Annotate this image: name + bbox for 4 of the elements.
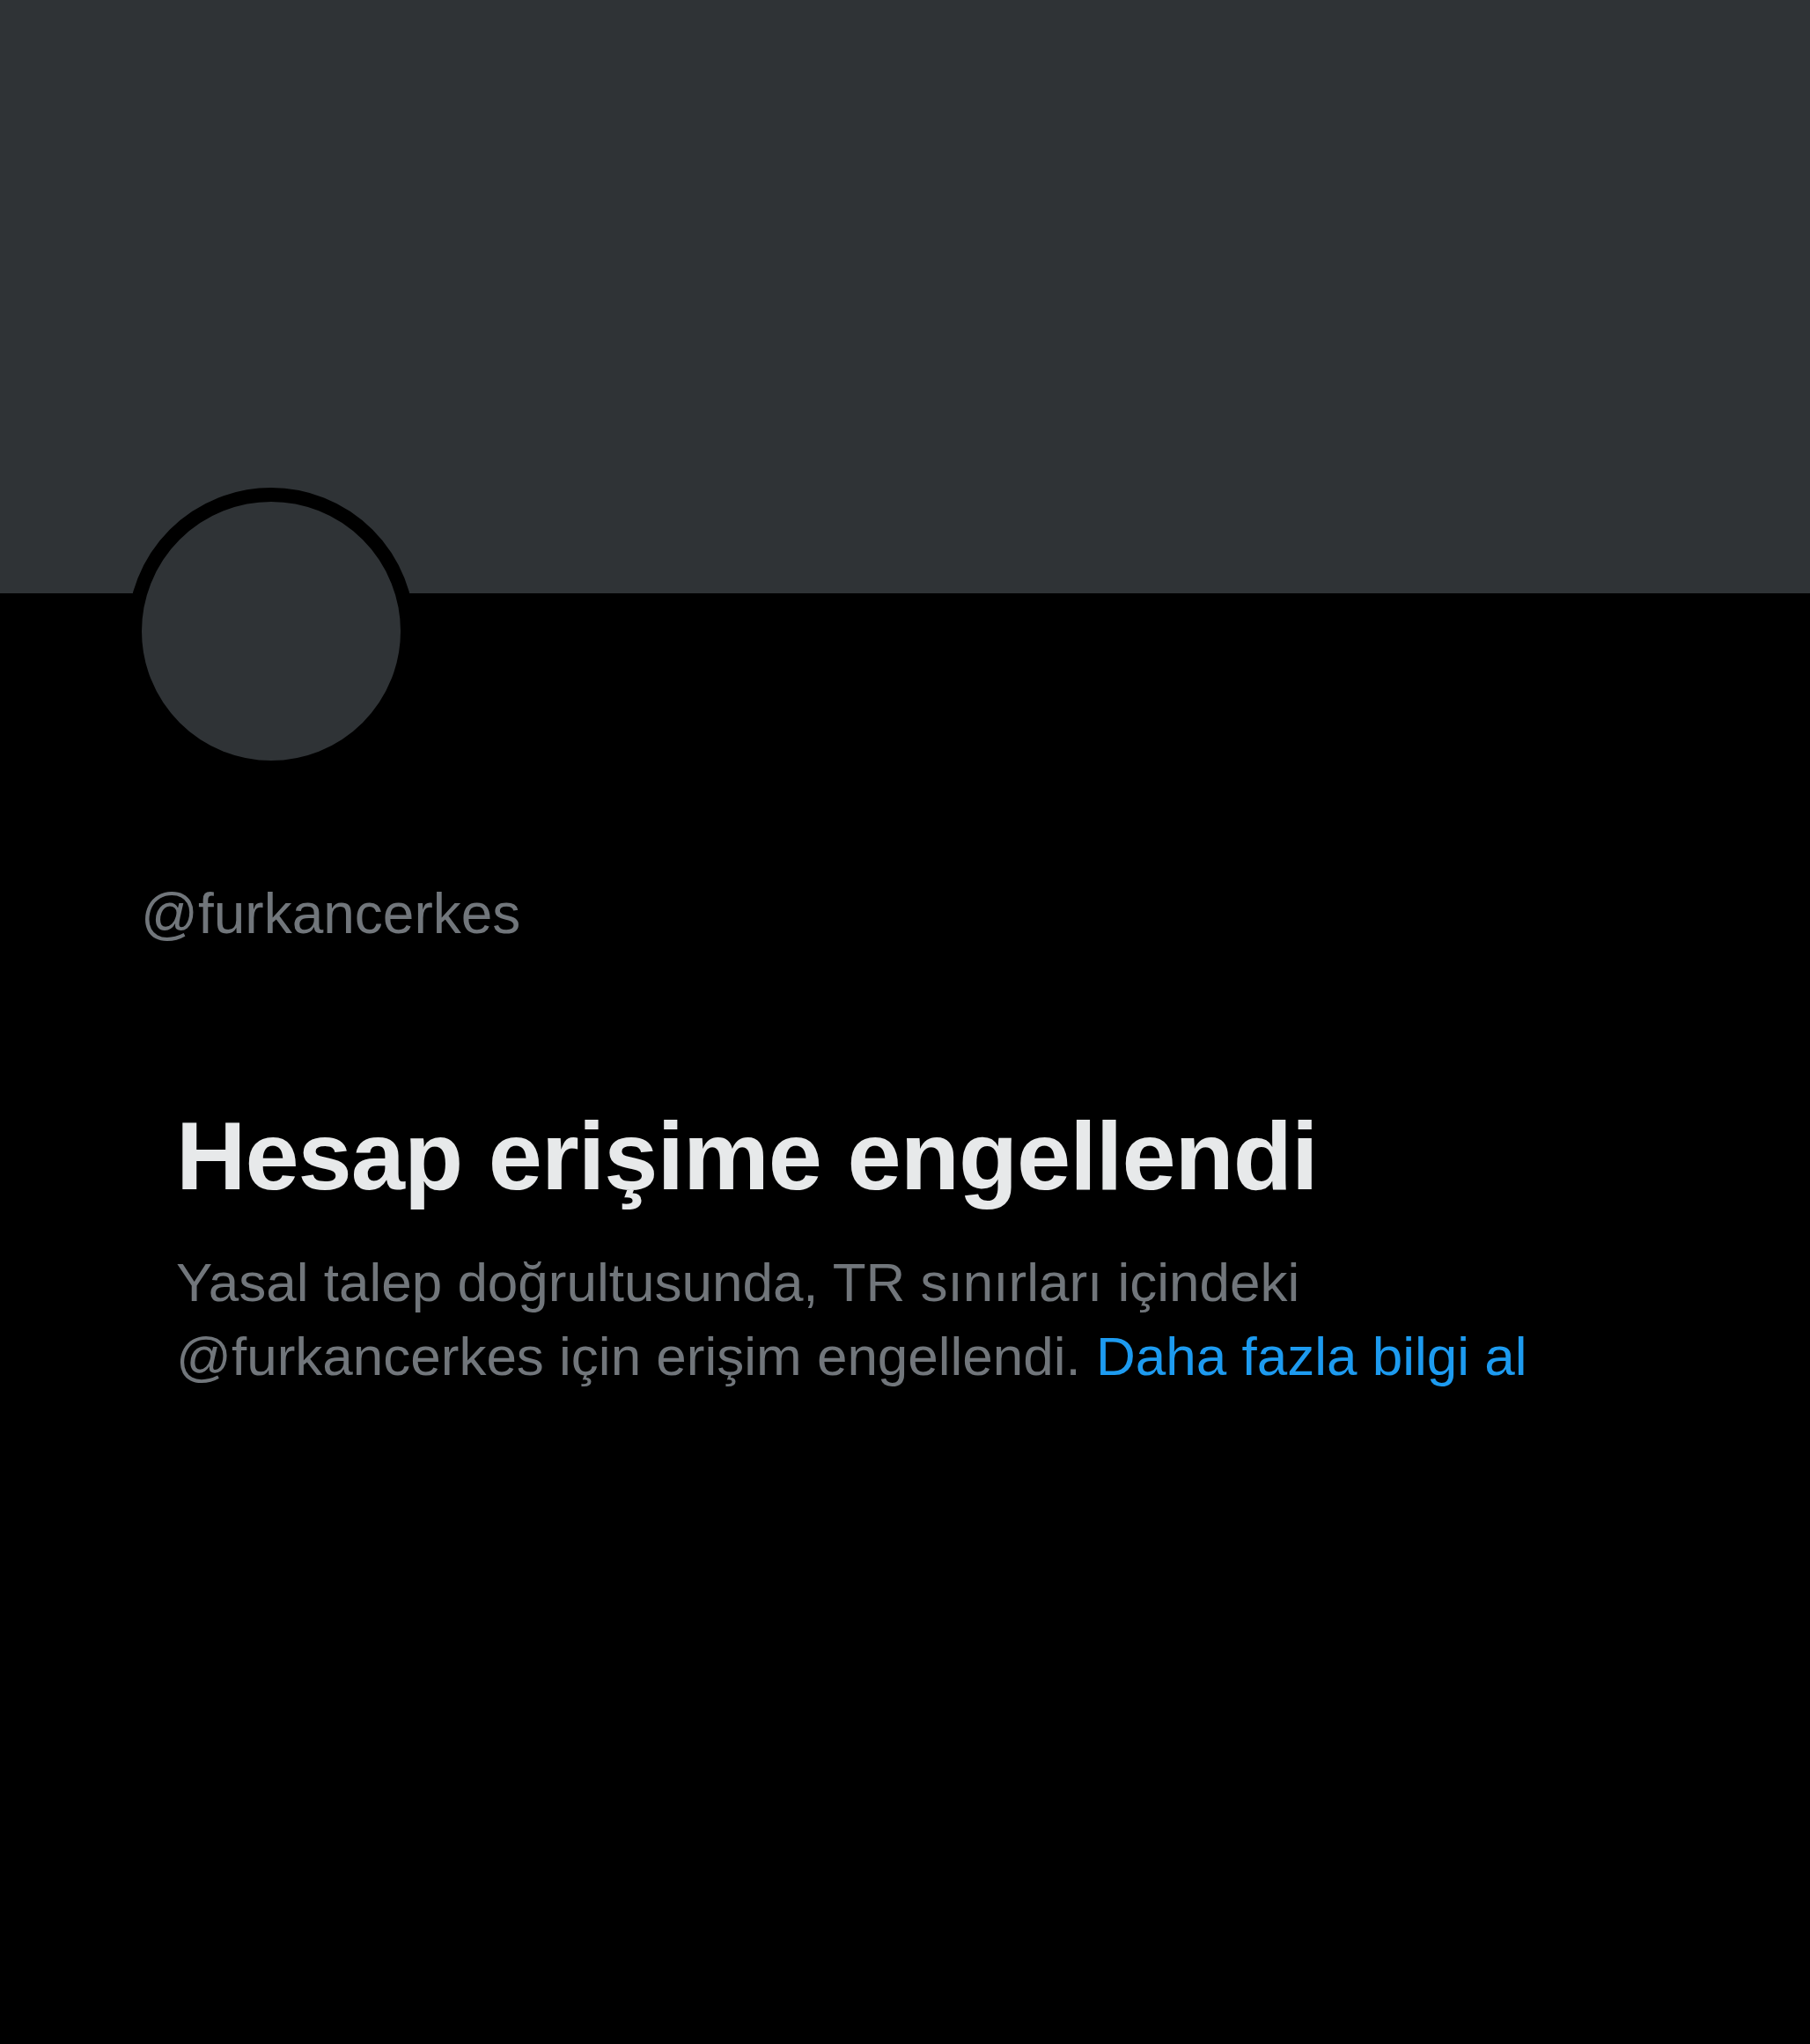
notice-title: Hesap erişime engellendi — [176, 1099, 1319, 1211]
learn-more-link[interactable]: Daha fazla bilgi al — [1096, 1325, 1527, 1386]
notice-message: Yasal talep doğrultusunda, TR sınırları içindeki @furkancerkes için erişim engellendi. Daha fazla bilgi al — [176, 1250, 1528, 1388]
profile-handle: @furkancerkes — [141, 881, 522, 947]
